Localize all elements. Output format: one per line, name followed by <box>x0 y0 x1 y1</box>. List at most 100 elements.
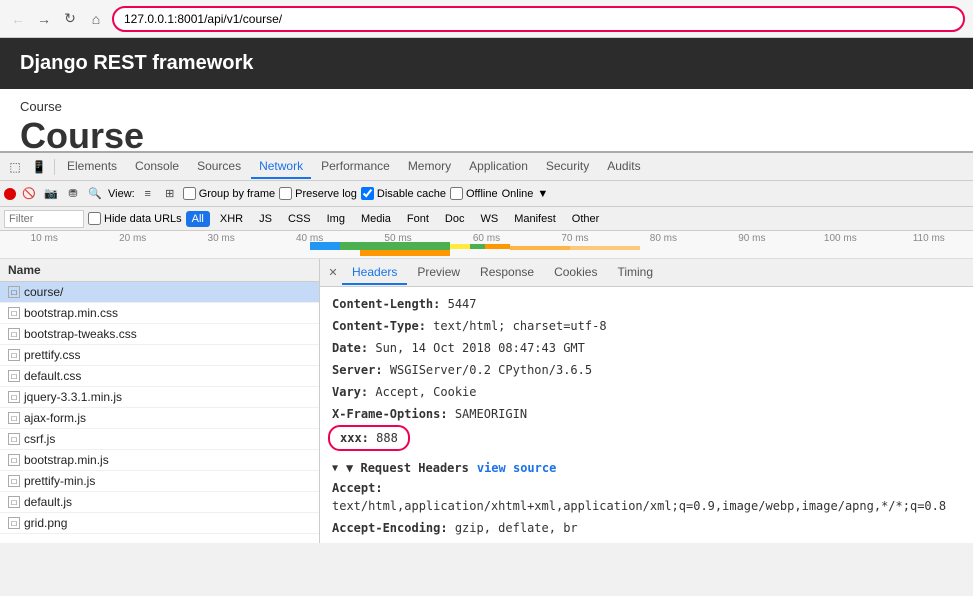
file-icon: □ <box>8 475 20 487</box>
offline-label[interactable]: Offline <box>450 187 498 200</box>
filter-chip-media[interactable]: Media <box>355 211 397 227</box>
tab-network[interactable]: Network <box>251 155 311 179</box>
timeline-bar: 10 ms 20 ms 30 ms 40 ms 50 ms 60 ms 70 m… <box>0 231 973 259</box>
drf-page-title: Course <box>20 118 953 151</box>
filter-button[interactable]: ⛃ <box>64 185 82 203</box>
header-name: Vary: <box>332 385 368 399</box>
inspect-element-icon[interactable]: ⬚ <box>4 156 26 178</box>
offline-checkbox[interactable] <box>450 187 463 200</box>
section-arrow: ▼ <box>332 463 338 474</box>
tab-memory[interactable]: Memory <box>400 155 459 179</box>
list-item[interactable]: □ csrf.js <box>0 429 319 450</box>
group-by-frame-checkbox[interactable] <box>183 187 196 200</box>
header-name-xxx: xxx: <box>340 431 369 445</box>
header-name: X-Frame-Options: <box>332 407 448 421</box>
list-item[interactable]: □ prettify-min.js <box>0 471 319 492</box>
forward-button[interactable]: → <box>34 9 54 29</box>
list-item[interactable]: □ bootstrap-tweaks.css <box>0 324 319 345</box>
drf-breadcrumb: Course <box>20 99 953 114</box>
filter-chip-doc[interactable]: Doc <box>439 211 471 227</box>
home-button[interactable]: ⌂ <box>86 9 106 29</box>
hide-data-urls-label[interactable]: Hide data URLs <box>88 212 182 225</box>
close-panel-button[interactable]: ✕ <box>324 264 342 282</box>
search-button[interactable]: 🔍 <box>86 185 104 203</box>
header-value: gzip, deflate, br <box>455 521 578 535</box>
tab-sources[interactable]: Sources <box>189 155 249 179</box>
list-item[interactable]: □ bootstrap.min.css <box>0 303 319 324</box>
devtools-filter-row: Hide data URLs All XHR JS CSS Img Media … <box>0 207 973 231</box>
rp-tab-preview[interactable]: Preview <box>407 261 470 285</box>
hide-data-urls-checkbox[interactable] <box>88 212 101 225</box>
back-button[interactable]: ← <box>8 9 28 29</box>
view-grid-button[interactable]: ⊞ <box>161 185 179 203</box>
address-bar[interactable] <box>112 6 965 32</box>
tab-audits[interactable]: Audits <box>599 155 648 179</box>
filter-chip-xhr[interactable]: XHR <box>214 211 249 227</box>
file-icon: □ <box>8 349 20 361</box>
reload-button[interactable]: ↻ <box>60 9 80 29</box>
tab-application[interactable]: Application <box>461 155 536 179</box>
rp-tab-timing[interactable]: Timing <box>607 261 663 285</box>
record-button[interactable] <box>4 188 16 200</box>
file-name: prettify.css <box>24 348 80 362</box>
filter-chip-js[interactable]: JS <box>253 211 278 227</box>
list-item[interactable]: □ prettify.css <box>0 345 319 366</box>
online-dropdown-icon[interactable]: ▼ <box>537 188 548 200</box>
filter-chip-ws[interactable]: WS <box>474 211 504 227</box>
header-name: Accept-Encoding: <box>332 521 448 535</box>
rp-tab-cookies[interactable]: Cookies <box>544 261 607 285</box>
list-item[interactable]: □ course/ <box>0 282 319 303</box>
header-row-date: Date: Sun, 14 Oct 2018 08:47:43 GMT <box>332 339 961 357</box>
view-label: View: <box>108 188 135 200</box>
file-list-column-name: Name <box>8 263 41 277</box>
header-row-content-type: Content-Type: text/html; charset=utf-8 <box>332 317 961 335</box>
rp-tab-headers[interactable]: Headers <box>342 261 407 285</box>
header-name: Accept: <box>332 481 383 495</box>
list-item[interactable]: □ jquery-3.3.1.min.js <box>0 387 319 408</box>
header-value: Sun, 14 Oct 2018 08:47:43 GMT <box>375 341 585 355</box>
header-value: text/html,application/xhtml+xml,applicat… <box>332 499 946 513</box>
header-row-server: Server: WSGIServer/0.2 CPython/3.6.5 <box>332 361 961 379</box>
disable-cache-checkbox[interactable] <box>361 187 374 200</box>
tab-security[interactable]: Security <box>538 155 597 179</box>
rp-tab-response[interactable]: Response <box>470 261 544 285</box>
group-by-frame-label[interactable]: Group by frame <box>183 187 275 200</box>
req-header-accept-encoding: Accept-Encoding: gzip, deflate, br <box>332 519 961 537</box>
disable-cache-label[interactable]: Disable cache <box>361 187 446 200</box>
file-name: course/ <box>24 285 63 299</box>
file-list-panel: Name □ course/ □ bootstrap.min.css □ boo… <box>0 259 320 543</box>
preserve-log-label[interactable]: Preserve log <box>279 187 357 200</box>
drf-content: Course Course <box>0 89 973 151</box>
req-header-accept: Accept: text/html,application/xhtml+xml,… <box>332 479 961 515</box>
filter-chip-all[interactable]: All <box>186 211 210 227</box>
filter-chip-font[interactable]: Font <box>401 211 435 227</box>
list-item[interactable]: □ bootstrap.min.js <box>0 450 319 471</box>
view-source-link[interactable]: view source <box>477 461 556 475</box>
tab-elements[interactable]: Elements <box>59 155 125 179</box>
tab-performance[interactable]: Performance <box>313 155 398 179</box>
filter-chip-img[interactable]: Img <box>321 211 351 227</box>
list-item[interactable]: □ default.css <box>0 366 319 387</box>
device-toolbar-icon[interactable]: 📱 <box>28 156 50 178</box>
file-icon: □ <box>8 454 20 466</box>
online-label: Online <box>502 188 534 200</box>
header-value: SAMEORIGIN <box>455 407 527 421</box>
camera-button[interactable]: 📷 <box>42 185 60 203</box>
list-item[interactable]: □ ajax-form.js <box>0 408 319 429</box>
filter-chip-css[interactable]: CSS <box>282 211 317 227</box>
req-header-accept-language: Accept-Language: zh-CN,zh;q=0.9,en;q=0.8 <box>332 541 961 543</box>
filter-input[interactable] <box>4 210 84 228</box>
clear-button[interactable]: 🚫 <box>20 185 38 203</box>
header-value-xxx: 888 <box>376 431 398 445</box>
tab-console[interactable]: Console <box>127 155 187 179</box>
preserve-log-checkbox[interactable] <box>279 187 292 200</box>
filter-chip-other[interactable]: Other <box>566 211 606 227</box>
waterfall-chart <box>0 240 973 258</box>
right-panel: ✕ Headers Preview Response Cookies Timin… <box>320 259 973 543</box>
devtools-panel: ⬚ 📱 Elements Console Sources Network Per… <box>0 151 973 543</box>
filter-chip-manifest[interactable]: Manifest <box>508 211 562 227</box>
view-list-button[interactable]: ≡ <box>139 185 157 203</box>
list-item[interactable]: □ default.js <box>0 492 319 513</box>
right-panel-tabs: ✕ Headers Preview Response Cookies Timin… <box>320 259 973 287</box>
list-item[interactable]: □ grid.png <box>0 513 319 534</box>
